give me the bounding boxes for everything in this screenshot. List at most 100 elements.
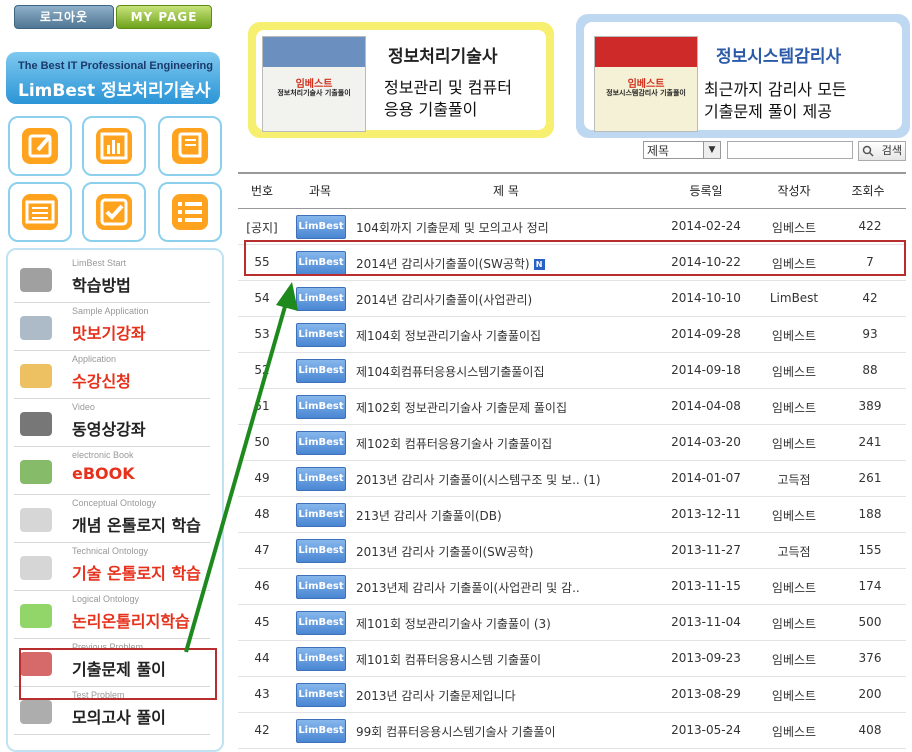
row-title-link[interactable]: 2013년 감리사 기출풀이(SW공학) [356, 543, 666, 560]
write-icon-button[interactable] [8, 116, 72, 176]
sidebar-item-6[interactable]: Technical Ontology 기술 온톨로지 학습 [14, 544, 210, 591]
row-title-text: 제104회 정보관리기술사 기출풀이집 [356, 329, 542, 343]
sidebar-item-label: 학습방법 [72, 276, 131, 295]
row-title-link[interactable]: 제101회 정보관리기술사 기출풀이 (3) [356, 615, 666, 632]
sidebar-item-label: 개념 온톨로지 학습 [72, 516, 201, 535]
subject-badge[interactable]: LimBest [296, 395, 346, 419]
row-title-text: 2013년 감리사 기출문제입니다 [356, 689, 516, 703]
checkbox-icon [96, 194, 132, 230]
table-row[interactable]: 53 LimBest 제104회 정보관리기술사 기출풀이집 2014-09-28 임베… [238, 317, 906, 353]
subject-badge[interactable]: LimBest [296, 287, 346, 311]
table-row[interactable]: 46 LimBest 2013년제 감리사 기출풀이(사업관리 및 감.. 2013-… [238, 569, 906, 605]
row-title-link[interactable]: 2013년 감리사 기출문제입니다 [356, 687, 666, 704]
subject-badge[interactable]: LimBest [296, 575, 346, 599]
header-date: 등록일 [689, 184, 723, 198]
sidebar-item-7[interactable]: Logical Ontology 논리온톨리지학습 [14, 592, 210, 639]
header-author: 작성자 [777, 184, 811, 198]
search-input[interactable] [727, 141, 853, 159]
row-number: 46 [254, 579, 270, 593]
row-title-link[interactable]: 2013년제 감리사 기출풀이(사업관리 및 감.. [356, 579, 666, 596]
row-author: 임베스트 [771, 617, 817, 631]
book-cover-title: 정보처리기술사 기출풀이 [277, 89, 351, 97]
bar-chart-icon [96, 128, 132, 164]
subject-badge[interactable]: LimBest [296, 503, 346, 527]
chart-icon-button[interactable] [82, 116, 146, 176]
row-number: 42 [254, 723, 270, 737]
book-panel-engineer[interactable]: 임베스트 정보처리기술사 기출풀이 정보처리기술사 정보관리 및 컴퓨터 응용 … [248, 22, 554, 138]
sidebar-item-3[interactable]: Video 동영상강좌 [14, 400, 210, 447]
subject-badge[interactable]: LimBest [296, 431, 346, 455]
subject-badge[interactable]: LimBest [296, 647, 346, 671]
mypage-button[interactable]: MY PAGE [116, 5, 212, 29]
sidebar-item-en-label: Application [72, 354, 117, 364]
subject-badge[interactable]: LimBest [296, 467, 346, 491]
row-number: [공지] [246, 221, 278, 235]
video-icon [16, 408, 56, 440]
row-number: 49 [254, 471, 270, 485]
row-title-text: 제102회 정보관리기술사 기출문제 풀이집 [356, 401, 567, 415]
row-title-link[interactable]: 213년 감리사 기출풀이(DB) [356, 507, 666, 524]
sidebar-item-5[interactable]: Conceptual Ontology 개념 온톨로지 학습 [14, 496, 210, 543]
table-row[interactable]: 52 LimBest 제104회컴퓨터응용시스템기출풀이집 2014-09-18 임베스… [238, 353, 906, 389]
sidebar-item-4[interactable]: electronic Book eBOOK [14, 448, 210, 495]
sidebar: 로그아웃 MY PAGE The Best IT Professional En… [0, 0, 228, 752]
test-problem-icon [16, 696, 56, 728]
checkbox-icon-button[interactable] [82, 182, 146, 242]
table-body: [공지] LimBest 104회까지 기출문제 및 모의고사 정리 2014-02-… [238, 209, 906, 749]
table-row[interactable]: 42 LimBest 99회 컴퓨터응용시스템기술사 기출풀이 2013-05-24 임… [238, 713, 906, 749]
subject-badge[interactable]: LimBest [296, 719, 346, 743]
sidebar-item-0[interactable]: LimBest Start 학습방법 [14, 256, 210, 303]
limbest-banner[interactable]: The Best IT Professional Engineering Lim… [6, 52, 220, 104]
row-date: 2013-08-29 [671, 687, 741, 701]
row-date: 2013-11-27 [671, 543, 741, 557]
sidebar-item-en-label: Sample Application [72, 306, 149, 316]
row-date: 2014-04-08 [671, 399, 741, 413]
sidebar-item-en-label: Video [72, 402, 95, 412]
list-card-icon-button[interactable] [8, 182, 72, 242]
table-row[interactable]: 50 LimBest 제102회 컴퓨터응용기술사 기출풀이집 2014-03-20 임… [238, 425, 906, 461]
header-views: 조회수 [851, 184, 885, 198]
row-title-link[interactable]: 제102회 정보관리기술사 기출문제 풀이집 [356, 399, 666, 416]
table-row[interactable]: 47 LimBest 2013년 감리사 기출풀이(SW공학) 2013-11-27 고… [238, 533, 906, 569]
table-row[interactable]: 45 LimBest 제101회 정보관리기술사 기출풀이 (3) 2013-11-0… [238, 605, 906, 641]
table-row[interactable]: 43 LimBest 2013년 감리사 기출문제입니다 2013-08-29 임베스트… [238, 677, 906, 713]
book-title-auditor: 정보시스템감리사 [716, 47, 842, 67]
sidebar-item-en-label: Technical Ontology [72, 546, 149, 556]
table-row[interactable]: 44 LimBest 제101회 컴퓨터응용시스템 기출풀이 2013-09-23 임베… [238, 641, 906, 677]
book-panel-auditor[interactable]: 임베스트 정보시스템감리사 기출풀이 정보시스템감리사 최근까지 감리사 모든 … [576, 14, 910, 138]
subject-badge[interactable]: LimBest [296, 539, 346, 563]
subject-badge[interactable]: LimBest [296, 683, 346, 707]
row-title-link[interactable]: 99회 컴퓨터응용시스템기술사 기출풀이 [356, 723, 666, 740]
row-title-link[interactable]: 제101회 컴퓨터응용시스템 기출풀이 [356, 651, 666, 668]
row-title-link[interactable]: 제104회컴퓨터응용시스템기출풀이집 [356, 363, 666, 380]
bullet-list-icon-button[interactable] [158, 182, 222, 242]
row-author: 임베스트 [771, 725, 817, 739]
table-row[interactable]: 54 LimBest 2014년 감리사기출풀이(사업관리) 2014-10-10 Li… [238, 281, 906, 317]
row-number: 53 [254, 327, 270, 341]
book-icon-button[interactable] [158, 116, 222, 176]
table-row[interactable]: 51 LimBest 제102회 정보관리기술사 기출문제 풀이집 2014-04-0… [238, 389, 906, 425]
row-title-link[interactable]: 제104회 정보관리기술사 기출풀이집 [356, 327, 666, 344]
row-date: 2013-09-23 [671, 651, 741, 665]
subject-badge[interactable]: LimBest [296, 611, 346, 635]
search-field-select[interactable]: 제목 ▼ [643, 141, 721, 159]
sidebar-item-2[interactable]: Application 수강신청 [14, 352, 210, 399]
chevron-down-icon[interactable]: ▼ [703, 142, 720, 158]
row-title-link[interactable]: 제102회 컴퓨터응용기술사 기출풀이집 [356, 435, 666, 452]
search-button[interactable]: 검색 [858, 141, 906, 161]
row-views: 261 [858, 471, 882, 485]
row-title-link[interactable]: 2013년 감리사 기출풀이(시스템구조 및 보.. (1) [356, 471, 666, 488]
table-row[interactable]: 48 LimBest 213년 감리사 기출풀이(DB) 2013-12-11 임베스트… [238, 497, 906, 533]
row-date: 2014-09-18 [671, 363, 741, 377]
book-cover-engineer: 임베스트 정보처리기술사 기출풀이 [262, 36, 366, 132]
subject-badge[interactable]: LimBest [296, 359, 346, 383]
header-no: 번호 [250, 184, 274, 198]
subject-badge[interactable]: LimBest [296, 323, 346, 347]
subject-badge[interactable]: LimBest [296, 215, 346, 239]
row-date: 2014-10-10 [671, 291, 741, 305]
row-title-link[interactable]: 2014년 감리사기출풀이(사업관리) [356, 291, 666, 308]
row-title-link[interactable]: 104회까지 기출문제 및 모의고사 정리 [356, 219, 666, 236]
logout-button[interactable]: 로그아웃 [14, 5, 114, 29]
table-row[interactable]: 49 LimBest 2013년 감리사 기출풀이(시스템구조 및 보.. (1) 2… [238, 461, 906, 497]
sidebar-item-1[interactable]: Sample Application 맛보기강좌 [14, 304, 210, 351]
